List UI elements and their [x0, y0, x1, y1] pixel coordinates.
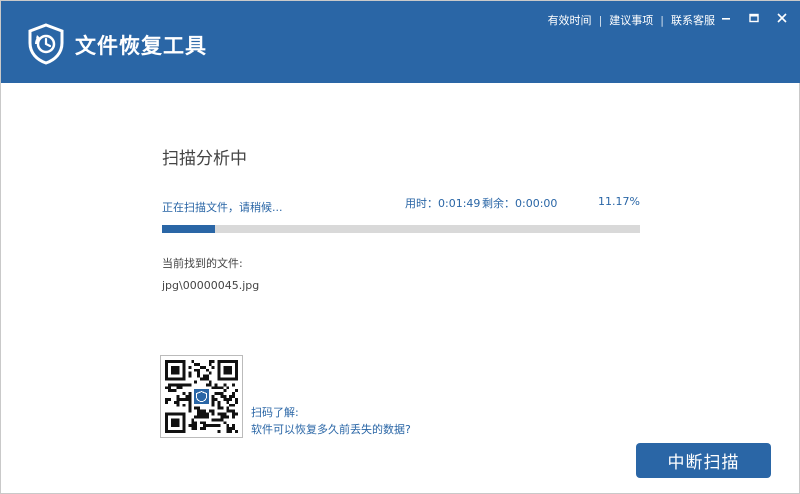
qr-code: [160, 355, 243, 438]
scan-progress-bar: [162, 225, 640, 233]
close-icon: [777, 13, 787, 23]
qr-code-image: [165, 360, 238, 433]
minimize-icon: [722, 18, 730, 20]
close-button[interactable]: [773, 9, 791, 27]
qr-hint: 扫码了解:: [251, 406, 299, 419]
app-title: 文件恢复工具: [75, 34, 207, 58]
window-controls: [717, 9, 791, 27]
stop-scan-button[interactable]: 中断扫描: [636, 443, 771, 478]
maximize-button[interactable]: [745, 9, 763, 27]
found-file-name: jpg\00000045.jpg: [162, 279, 260, 292]
time-used: 用时：0:01:49: [405, 197, 481, 210]
link-separator: |: [660, 13, 664, 27]
shield-clock-icon: [28, 23, 64, 65]
suggestions-link[interactable]: 建议事项: [609, 12, 653, 28]
scan-status-row: 正在扫描文件，请稍候... 用时：0:01:49 剩余：0:00:00 11.1…: [162, 195, 640, 214]
link-separator: |: [598, 13, 603, 27]
title-bar: 文件恢复工具 有效时间 | 建议事项 | 联系客服: [1, 1, 800, 83]
validity-link[interactable]: 有效时间: [548, 12, 592, 28]
top-links: 有效时间 | 建议事项 | 联系客服: [548, 12, 715, 28]
scan-progress-fill: [162, 225, 216, 233]
qr-info-link[interactable]: 软件可以恢复多久前丢失的数据?: [251, 421, 411, 437]
maximize-icon: [749, 13, 759, 23]
contact-link[interactable]: 联系客服: [671, 12, 715, 28]
found-file-label: 当前找到的文件:: [162, 257, 243, 270]
scan-percent: 11.17%: [598, 195, 640, 208]
minimize-button[interactable]: [717, 9, 735, 27]
scan-title: 扫描分析中: [162, 149, 247, 169]
scan-status-text: 正在扫描文件，请稍候...: [162, 201, 283, 214]
app-window: 文件恢复工具 有效时间 | 建议事项 | 联系客服 扫描分析中 正在扫描文件，请…: [0, 0, 800, 494]
time-left: 剩余：0:00:00: [482, 197, 558, 210]
